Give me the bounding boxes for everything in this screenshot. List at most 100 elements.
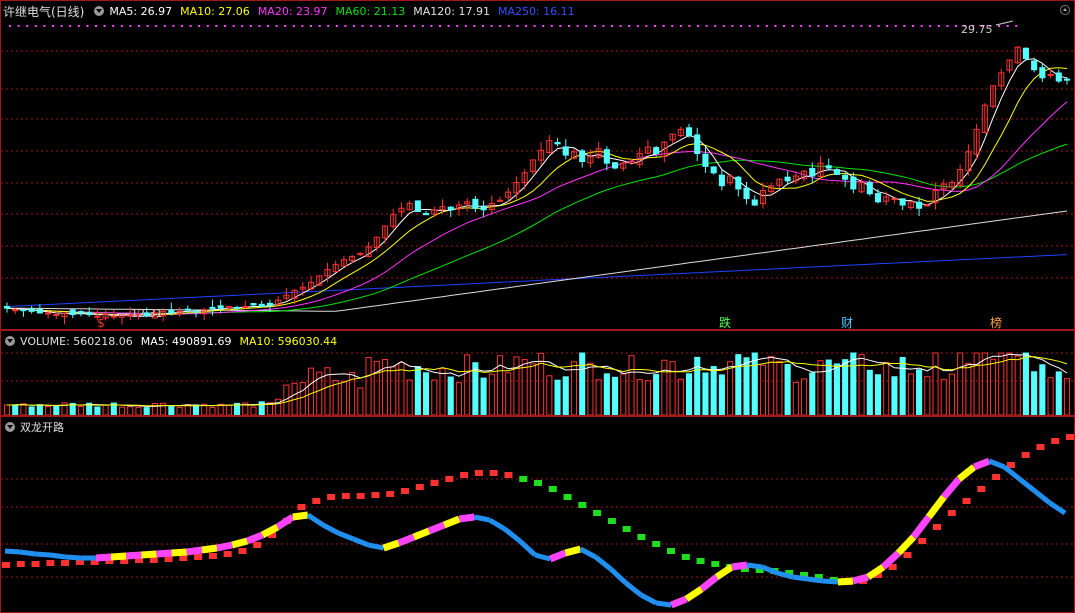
- candle-body: [36, 309, 43, 314]
- dragon-step: [297, 504, 306, 510]
- dragon-band-segment: [275, 514, 295, 530]
- volume-bar: [217, 403, 224, 415]
- dragon-band-segment: [1033, 489, 1052, 505]
- candle-body: [612, 162, 619, 169]
- dragon-band-segment: [427, 521, 446, 535]
- signal-dot: [800, 25, 803, 27]
- signal-dot: [198, 25, 201, 27]
- signal-dot: [155, 25, 158, 27]
- dragon-step: [903, 552, 912, 558]
- low-price-label: 12.31: [131, 307, 163, 320]
- candle-body: [1039, 67, 1046, 79]
- dragon-band-segment: [4, 548, 21, 555]
- volume-bar: [940, 378, 947, 415]
- signal-dot: [9, 25, 11, 27]
- candlestick-chart[interactable]: 29.75 12.31 $ 跌 财 榜: [1, 1, 1074, 329]
- volume-bar: [250, 406, 257, 415]
- signal-dot: [163, 25, 166, 27]
- dropdown-icon[interactable]: [5, 336, 15, 346]
- volume-bar: [957, 352, 964, 415]
- signal-dot: [955, 25, 957, 27]
- signal-dot: [774, 25, 777, 27]
- dragon-band-segment: [367, 542, 385, 551]
- volume-bar: [653, 374, 660, 415]
- candle-body: [45, 312, 52, 315]
- signal-dot: [129, 25, 132, 27]
- volume-bar: [965, 362, 972, 415]
- indicator-chart[interactable]: [1, 417, 1074, 612]
- signal-dot: [731, 25, 734, 27]
- volume-bar: [899, 356, 906, 415]
- signal-dot: [138, 25, 140, 27]
- volume-bar: [505, 372, 512, 415]
- dragon-step: [637, 534, 646, 540]
- dragon-band-segment: [548, 549, 567, 563]
- dragon-band-segment: [321, 522, 340, 536]
- high-price-pointer: [995, 20, 1014, 26]
- signal-dot: [258, 25, 261, 27]
- dragon-step: [2, 562, 10, 568]
- signal-dot: [1006, 25, 1009, 27]
- signal-dot: [602, 25, 605, 27]
- signal-dot: [275, 25, 278, 27]
- signal-dot: [370, 25, 373, 27]
- signal-dot: [421, 25, 424, 27]
- volume-bar: [209, 406, 216, 415]
- signal-dot: [120, 25, 123, 27]
- signal-dot: [998, 25, 1000, 27]
- event-marker: 榜: [990, 315, 1002, 329]
- signal-dot: [77, 25, 80, 27]
- volume-bar: [1039, 364, 1046, 415]
- candle-body: [743, 187, 750, 200]
- volume-bar: [989, 358, 997, 415]
- dragon-band-segment: [473, 514, 491, 523]
- dropdown-icon[interactable]: [5, 422, 15, 432]
- dragon-step: [962, 498, 971, 504]
- volume-bar: [447, 376, 454, 415]
- signal-dot: [654, 25, 656, 27]
- dragon-band-segment: [579, 546, 597, 560]
- candle-body: [735, 176, 742, 190]
- signal-dot: [464, 25, 467, 27]
- dragon-step: [371, 492, 380, 498]
- volume-bar: [702, 372, 709, 415]
- volume-bar: [225, 404, 232, 415]
- signal-dot: [387, 25, 390, 27]
- signal-dot: [585, 25, 588, 27]
- signal-dot: [224, 25, 226, 27]
- volume-panel[interactable]: VOLUME: 560218.06 MA5: 490891.69 MA10: 5…: [0, 330, 1075, 416]
- dragon-step: [460, 472, 469, 478]
- volume-bar: [20, 403, 27, 415]
- dragon-band-segment: [458, 513, 475, 523]
- volume-bar: [554, 379, 561, 415]
- dragon-step: [208, 553, 217, 559]
- signal-dot: [241, 25, 244, 27]
- dropdown-icon[interactable]: [94, 6, 105, 16]
- candle-body: [694, 134, 701, 154]
- dragon-band-segment: [714, 564, 734, 580]
- indicator-panel[interactable]: 双龙开路: [0, 416, 1075, 613]
- dragon-step: [16, 561, 25, 567]
- dragon-step: [386, 491, 395, 497]
- volume-bar: [431, 379, 438, 415]
- dragon-band-segment: [807, 576, 824, 584]
- dragon-band-segment: [609, 567, 628, 585]
- indicator-title: 双龙开路: [20, 421, 64, 434]
- volume-bar: [1055, 371, 1062, 415]
- volume-header: VOLUME: 560218.06 MA5: 490891.69 MA10: 5…: [3, 333, 345, 349]
- dragon-step: [681, 554, 690, 560]
- dragon-band-segment: [125, 551, 142, 560]
- volume-bar: [784, 363, 791, 415]
- signal-dot: [86, 25, 89, 27]
- dragon-band-segment: [972, 457, 991, 471]
- volume-bar: [143, 407, 150, 415]
- signal-dot: [705, 25, 708, 27]
- volume-bar: [866, 369, 873, 415]
- signal-dot: [757, 25, 760, 27]
- dragon-band-segment: [503, 527, 522, 543]
- dragon-step: [164, 556, 173, 562]
- volume-bar: [168, 405, 175, 415]
- price-panel[interactable]: 许继电气(日线) MA5: 26.97 MA10: 27.06 MA20: 23…: [0, 0, 1075, 330]
- signal-dot: [843, 25, 846, 27]
- signal-dot: [499, 25, 502, 27]
